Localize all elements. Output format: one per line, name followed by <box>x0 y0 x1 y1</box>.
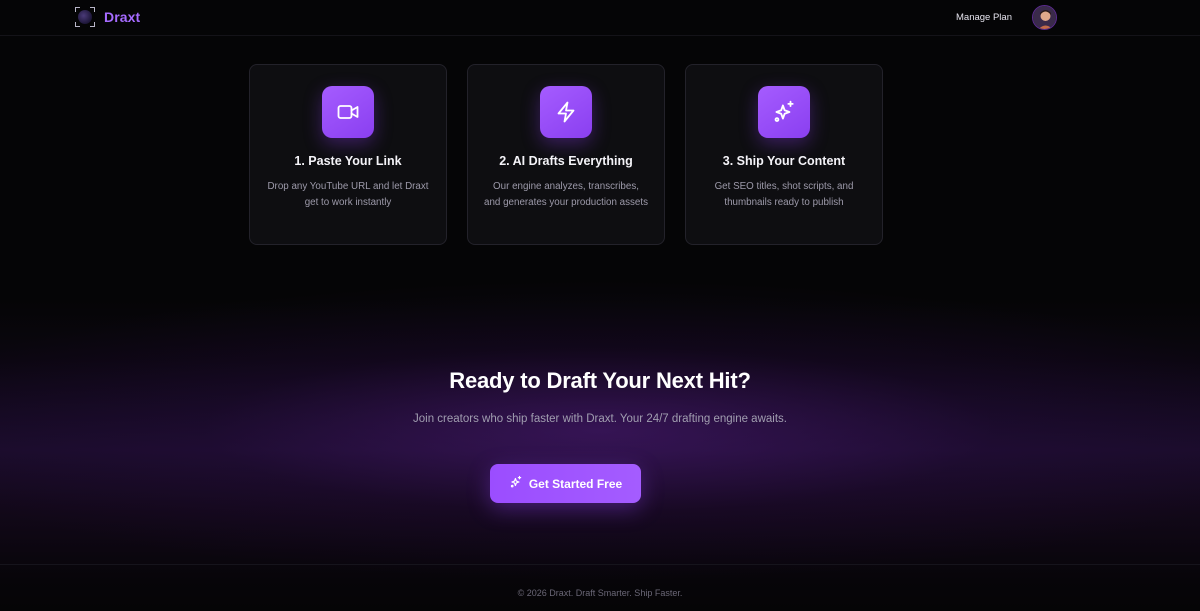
page: Draxt Manage Plan 1. Paste Your Link Dro… <box>0 0 1200 611</box>
top-nav: Draxt Manage Plan <box>0 0 1200 36</box>
step-card-paste-link: 1. Paste Your Link Drop any YouTube URL … <box>249 64 447 245</box>
get-started-label: Get Started Free <box>528 476 623 491</box>
step-description: Our engine analyzes, transcribes, and ge… <box>484 181 648 208</box>
step-description: Drop any YouTube URL and let Draxt get t… <box>267 181 429 208</box>
step-title: 2. AI Drafts Everything <box>499 154 633 168</box>
sparkles-icon <box>509 475 523 492</box>
step-card-ai-drafts: 2. AI Drafts Everything Our engine analy… <box>467 64 665 245</box>
user-avatar[interactable] <box>1032 5 1057 30</box>
cta-heading: Ready to Draft Your Next Hit? <box>449 368 751 393</box>
footer-copyright: © 2026 Draxt. Draft Smarter. Ship Faster… <box>517 588 683 598</box>
video-icon <box>322 86 374 138</box>
logo-icon <box>75 7 95 27</box>
cta-subtitle: Join creators who ship faster with Draxt… <box>413 413 787 425</box>
step-title: 1. Paste Your Link <box>294 154 402 168</box>
lightning-icon <box>540 86 592 138</box>
get-started-button[interactable]: Get Started Free <box>490 464 641 503</box>
footer: © 2026 Draxt. Draft Smarter. Ship Faster… <box>0 564 1200 611</box>
avatar-image <box>1033 6 1056 29</box>
step-card-ship-content: 3. Ship Your Content Get SEO titles, sho… <box>685 64 883 245</box>
step-title: 3. Ship Your Content <box>722 154 846 168</box>
step-description: Get SEO titles, shot scripts, and thumbn… <box>714 181 854 208</box>
manage-plan-link[interactable]: Manage Plan <box>956 12 1012 23</box>
brand-name: Draxt <box>104 9 141 25</box>
sparkles-icon <box>758 86 810 138</box>
brand-logo[interactable]: Draxt <box>75 7 140 27</box>
